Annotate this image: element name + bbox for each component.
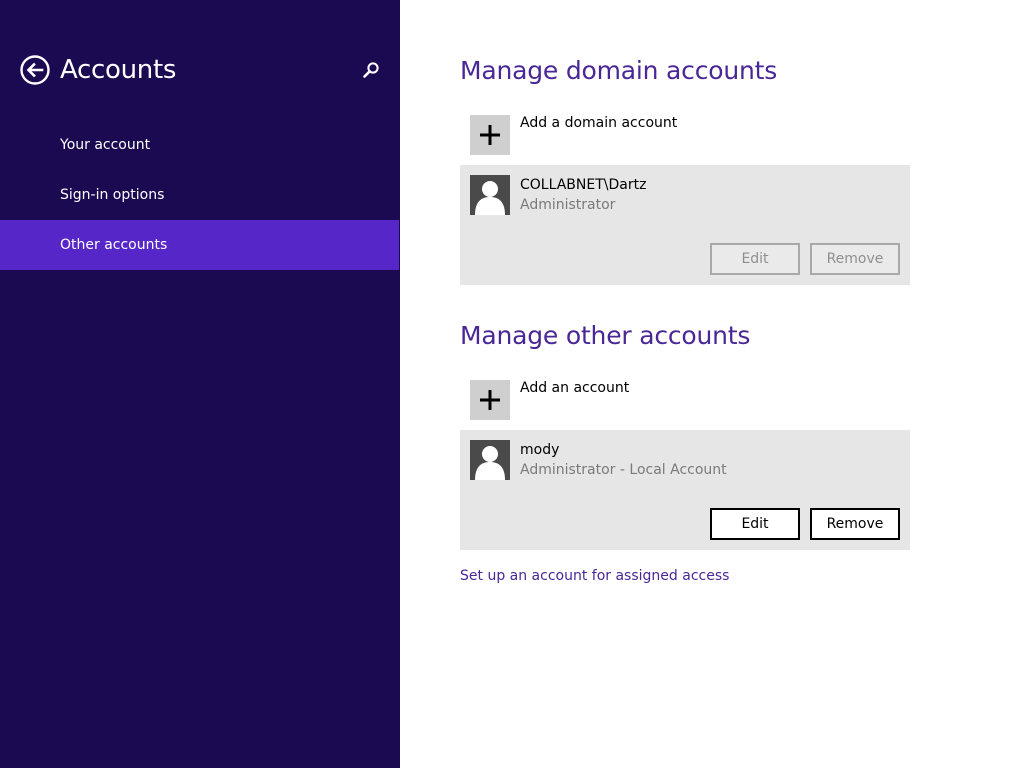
main-content: Manage domain accounts Add a domain acco… (400, 0, 1024, 768)
plus-icon (470, 115, 510, 155)
domain-edit-button: Edit (710, 243, 800, 275)
local-edit-button[interactable]: Edit (710, 508, 800, 540)
local-account-name: mody (520, 442, 560, 458)
domain-account-role: Administrator (520, 197, 616, 213)
user-avatar-icon (470, 175, 510, 215)
page-title: Accounts (60, 55, 177, 85)
local-account-card[interactable]: mody Administrator - Local Account Edit … (460, 430, 910, 550)
domain-account-name: COLLABNET\Dartz (520, 177, 647, 193)
add-domain-account-label: Add a domain account (520, 115, 678, 131)
user-avatar-icon (470, 440, 510, 480)
sidebar: Accounts Your account Sign-in options Ot… (0, 0, 400, 768)
back-icon[interactable] (20, 55, 50, 85)
domain-remove-button: Remove (810, 243, 900, 275)
domain-section-title: Manage domain accounts (460, 56, 778, 85)
sidebar-item-other-accounts[interactable]: Other accounts (0, 220, 399, 270)
local-remove-button[interactable]: Remove (810, 508, 900, 540)
domain-account-card[interactable]: COLLABNET\Dartz Administrator Edit Remov… (460, 165, 910, 285)
other-section-title: Manage other accounts (460, 321, 751, 350)
local-account-role: Administrator - Local Account (520, 462, 727, 478)
plus-icon (470, 380, 510, 420)
sidebar-item-sign-in-options[interactable]: Sign-in options (0, 170, 399, 220)
add-account-label: Add an account (520, 380, 630, 396)
assigned-access-link[interactable]: Set up an account for assigned access (460, 566, 729, 586)
search-icon[interactable] (360, 60, 382, 82)
sidebar-item-your-account[interactable]: Your account (0, 120, 399, 170)
